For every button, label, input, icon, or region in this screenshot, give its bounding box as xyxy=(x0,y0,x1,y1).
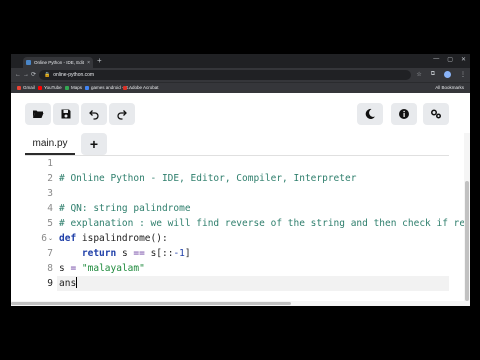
bookmark-label: YouTube xyxy=(44,85,62,90)
line-number: 4 xyxy=(47,203,53,214)
open-file-button[interactable] xyxy=(25,103,51,125)
line-number: 2 xyxy=(47,173,53,184)
active-line-highlight xyxy=(25,276,449,291)
bookmark-maps[interactable]: Maps xyxy=(65,85,82,90)
code-line-5: # explanation : we will find reverse of … xyxy=(59,218,466,229)
gear-icon xyxy=(431,109,441,119)
maximize-icon[interactable]: ▢ xyxy=(447,56,453,63)
horizontal-scrollbar[interactable] xyxy=(11,301,464,306)
line-number: 7 xyxy=(47,248,53,259)
browser-tab[interactable]: Online Python - IDE, Editor, C... × xyxy=(23,57,93,68)
code-line-8: s = "malayalam" xyxy=(59,261,145,276)
indent-token xyxy=(59,248,82,259)
vertical-scrollbar[interactable] xyxy=(464,133,470,306)
operator-token: == xyxy=(133,248,145,259)
code-line-6: def ispalindrome(): xyxy=(59,231,168,246)
adobe-icon xyxy=(123,85,127,90)
line-number: 8 xyxy=(47,263,53,274)
back-icon[interactable]: ← xyxy=(15,71,21,79)
close-window-icon[interactable]: ✕ xyxy=(461,56,466,63)
redo-button[interactable] xyxy=(109,103,135,125)
scroll-thumb[interactable] xyxy=(11,302,291,305)
bookmarks-bar: Gmail YouTube Maps games android - G... … xyxy=(11,82,470,93)
save-icon xyxy=(61,109,71,119)
scroll-thumb[interactable] xyxy=(465,181,469,301)
redo-icon xyxy=(117,110,127,120)
bookmark-label: Adobe Acrobat xyxy=(129,85,159,90)
code-token: ans xyxy=(59,278,77,289)
gmail-icon xyxy=(17,85,21,90)
lock-icon: 🔒 xyxy=(44,72,51,78)
code-line-2: # Online Python - IDE, Editor, Compiler,… xyxy=(59,173,357,184)
tab-strip: Online Python - IDE, Editor, C... × + — … xyxy=(11,54,470,68)
moon-icon xyxy=(365,108,375,119)
browser-window: Online Python - IDE, Editor, C... × + — … xyxy=(11,54,470,306)
minimize-icon[interactable]: — xyxy=(433,56,439,63)
theme-toggle-button[interactable] xyxy=(357,103,383,125)
line-gutter: 1 2 3 4 5 6 ⌄ 7 8 9 xyxy=(25,156,57,306)
profile-avatar[interactable] xyxy=(444,71,451,78)
youtube-icon xyxy=(38,85,42,90)
browser-toolbar: ← → ⟳ 🔒 online-python.com ☆ ⧉ ⋮ xyxy=(11,68,470,82)
new-tab-button[interactable]: + xyxy=(97,56,102,66)
line-number: 9 xyxy=(47,278,53,289)
code-line-9: ans xyxy=(59,276,78,291)
menu-icon[interactable]: ⋮ xyxy=(460,71,466,78)
forward-icon[interactable]: → xyxy=(23,71,29,79)
fold-chevron-icon[interactable]: ⌄ xyxy=(48,235,53,242)
string-token: "malayalam" xyxy=(81,263,145,274)
google-icon xyxy=(85,85,89,90)
code-token: s xyxy=(116,248,134,259)
extensions-icon[interactable]: ⧉ xyxy=(431,71,435,78)
reload-icon[interactable]: ⟳ xyxy=(31,71,36,79)
info-button[interactable] xyxy=(391,103,417,125)
all-bookmarks-label: All Bookmarks xyxy=(435,85,464,90)
code-editor[interactable]: 1 2 3 4 5 6 ⌄ 7 8 9 # Online Python - ID… xyxy=(25,156,465,306)
keyword-token: def xyxy=(59,233,77,244)
line-number: 5 xyxy=(47,218,53,229)
text-cursor xyxy=(76,277,78,288)
toolbar-right-icons: ☆ ⧉ ⋮ xyxy=(416,71,466,78)
code-line-4: # QN: string palindrome xyxy=(59,203,191,214)
bookmark-youtube[interactable]: YouTube xyxy=(38,85,62,90)
folder-open-icon xyxy=(33,110,44,118)
code-line-7: return s == s[::-1] xyxy=(59,246,191,261)
save-button[interactable] xyxy=(53,103,79,125)
line-number: 6 xyxy=(41,233,47,244)
line-number: 1 xyxy=(47,158,53,169)
code-token: s xyxy=(59,263,71,274)
number-token: -1 xyxy=(173,248,185,259)
add-file-button[interactable]: + xyxy=(81,133,107,155)
star-icon[interactable]: ☆ xyxy=(416,71,421,78)
url-text: online-python.com xyxy=(53,72,95,78)
all-bookmarks[interactable]: All Bookmarks xyxy=(435,85,464,90)
line-number: 3 xyxy=(47,188,53,199)
undo-icon xyxy=(89,110,99,120)
tab-title: Online Python - IDE, Editor, C... xyxy=(34,60,84,65)
file-tab-main[interactable]: main.py xyxy=(25,133,75,155)
window-controls: — ▢ ✕ xyxy=(433,56,466,63)
ide-page: main.py + 1 2 3 4 5 6 ⌄ 7 8 9 # Online P… xyxy=(11,93,470,306)
settings-button[interactable] xyxy=(423,103,449,125)
undo-button[interactable] xyxy=(81,103,107,125)
code-token: ] xyxy=(184,248,191,259)
bookmark-label: Gmail xyxy=(23,85,35,90)
keyword-token: return xyxy=(81,248,117,259)
code-token: s[:: xyxy=(144,248,174,259)
maps-icon xyxy=(65,85,69,90)
bookmark-label: Maps xyxy=(71,85,83,90)
tab-close-icon[interactable]: × xyxy=(87,60,90,66)
bookmark-gmail[interactable]: Gmail xyxy=(17,85,35,90)
info-icon xyxy=(399,109,409,119)
code-token: ispalindrome(): xyxy=(76,233,168,244)
address-bar[interactable]: 🔒 online-python.com xyxy=(39,70,411,80)
bookmark-adobe[interactable]: Adobe Acrobat xyxy=(123,85,159,90)
python-favicon-icon xyxy=(26,60,31,65)
